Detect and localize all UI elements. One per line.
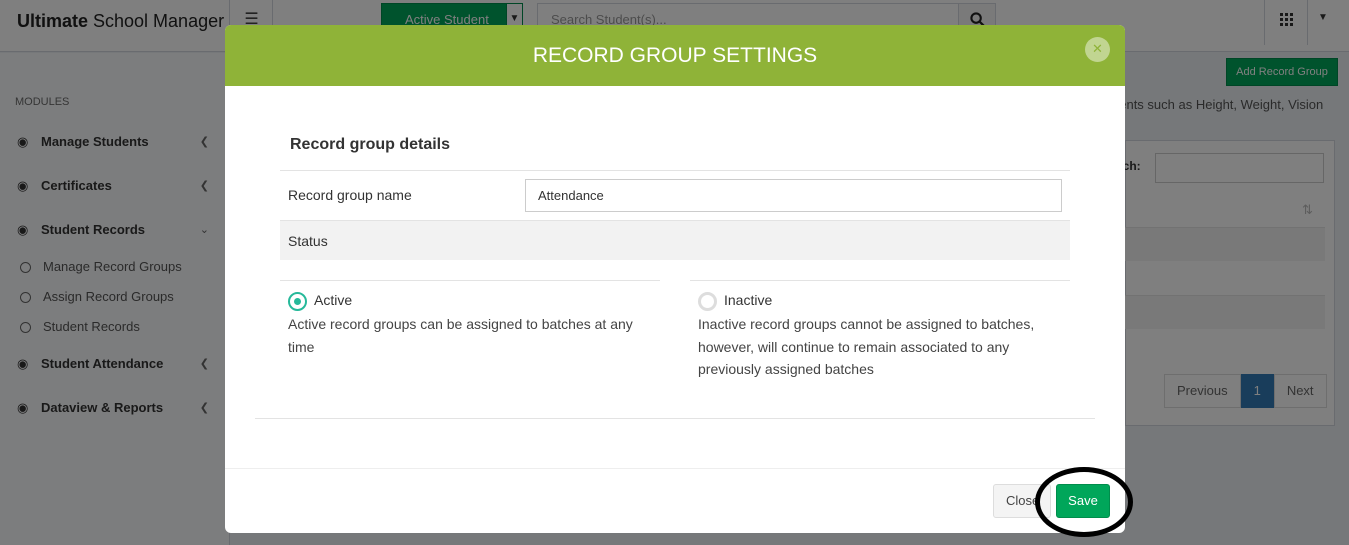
active-option-label[interactable]: Active <box>314 292 352 308</box>
modal-title: RECORD GROUP SETTINGS <box>532 44 818 67</box>
divider <box>255 418 1095 419</box>
close-icon[interactable]: ✕ <box>1085 37 1110 62</box>
section-title: Record group details <box>290 136 451 153</box>
inactive-option-description: Inactive record groups cannot be assigne… <box>698 316 1035 377</box>
modal-header: RECORD GROUP SETTINGS <box>225 25 1125 86</box>
active-option-description: Active record groups can be assigned to … <box>288 316 633 355</box>
record-group-name-label: Record group name <box>288 187 412 203</box>
inactive-radio[interactable] <box>698 292 717 311</box>
active-radio[interactable] <box>288 292 307 311</box>
divider <box>280 170 1070 171</box>
modal-footer-divider <box>225 468 1125 469</box>
divider <box>280 280 660 281</box>
record-group-name-input[interactable]: Attendance <box>525 179 1062 212</box>
status-label: Status <box>280 221 1070 260</box>
inactive-option-label[interactable]: Inactive <box>724 292 772 308</box>
record-group-settings-modal: RECORD GROUP SETTINGS ✕ Record group det… <box>225 25 1125 533</box>
annotation-circle <box>1035 467 1133 537</box>
divider <box>690 280 1070 281</box>
